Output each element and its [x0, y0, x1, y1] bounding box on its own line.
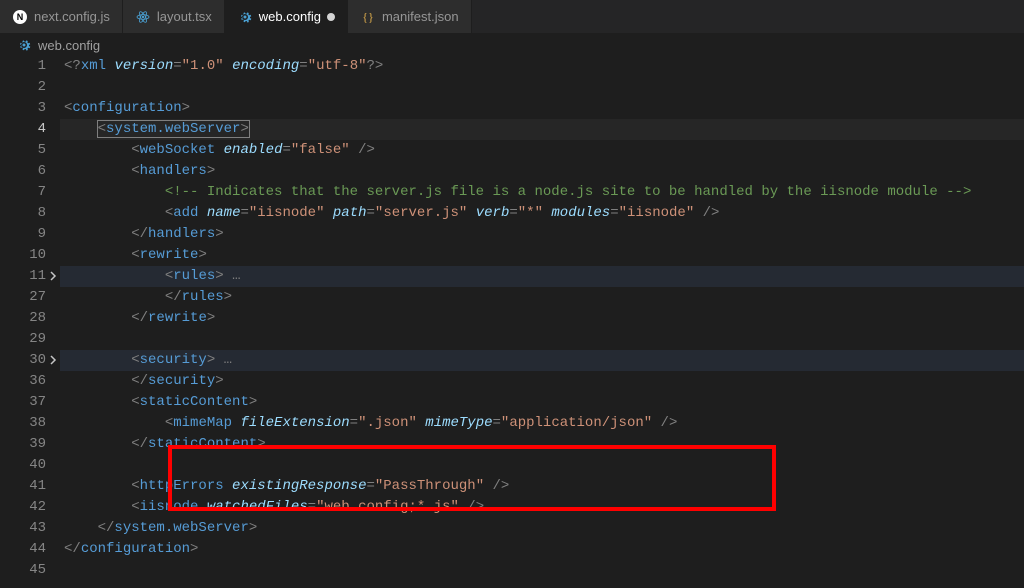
line-number: 9 [0, 224, 60, 245]
code-line[interactable] [60, 455, 1024, 476]
json-icon: {} [360, 9, 376, 25]
line-number: 44 [0, 539, 60, 560]
svg-text:{}: {} [362, 10, 374, 24]
code-line[interactable]: <configuration> [60, 98, 1024, 119]
code-line[interactable]: </security> [60, 371, 1024, 392]
line-number: 30 [0, 350, 60, 371]
code-line[interactable]: <system.webServer> [60, 119, 1024, 140]
breadcrumb[interactable]: web.config [0, 34, 1024, 56]
code-line[interactable]: <rules> … [60, 266, 1024, 287]
code-line[interactable]: <mimeMap fileExtension=".json" mimeType=… [60, 413, 1024, 434]
code-line[interactable]: <?xml version="1.0" encoding="utf-8"?> [60, 56, 1024, 77]
line-number: 7 [0, 182, 60, 203]
breadcrumb-label: web.config [38, 38, 100, 53]
line-number: 43 [0, 518, 60, 539]
code-area[interactable]: <?xml version="1.0" encoding="utf-8"?> <c… [60, 56, 1024, 588]
line-number: 38 [0, 413, 60, 434]
tab-manifest-json[interactable]: {} manifest.json [348, 0, 472, 33]
code-line[interactable]: <add name="iisnode" path="server.js" ver… [60, 203, 1024, 224]
line-number: 4 [0, 119, 60, 140]
code-line[interactable] [60, 329, 1024, 350]
code-line[interactable] [60, 77, 1024, 98]
nextjs-icon: N [12, 9, 28, 25]
line-number: 1 [0, 56, 60, 77]
line-number: 27 [0, 287, 60, 308]
tab-web-config[interactable]: web.config [225, 0, 348, 33]
line-number: 29 [0, 329, 60, 350]
tab-next-config[interactable]: N next.config.js [0, 0, 123, 33]
gear-icon [16, 37, 32, 53]
code-line[interactable]: </rewrite> [60, 308, 1024, 329]
line-number: 11 [0, 266, 60, 287]
code-line[interactable]: <handlers> [60, 161, 1024, 182]
code-line[interactable]: </configuration> [60, 539, 1024, 560]
unsaved-indicator-icon [327, 13, 335, 21]
react-icon [135, 9, 151, 25]
line-number: 2 [0, 77, 60, 98]
code-line[interactable]: </handlers> [60, 224, 1024, 245]
code-line[interactable]: <iisnode watchedFiles="web.config;*.js" … [60, 497, 1024, 518]
line-number: 45 [0, 560, 60, 581]
line-number-gutter: 1234567891011272829303637383940414243444… [0, 56, 60, 588]
editor-tabs: N next.config.js layout.tsx web.config {… [0, 0, 1024, 34]
code-line[interactable]: </staticContent> [60, 434, 1024, 455]
line-number: 28 [0, 308, 60, 329]
code-line[interactable]: <security> … [60, 350, 1024, 371]
line-number: 39 [0, 434, 60, 455]
code-line[interactable]: <httpErrors existingResponse="PassThroug… [60, 476, 1024, 497]
tab-label: next.config.js [34, 9, 110, 24]
tab-label: manifest.json [382, 9, 459, 24]
line-number: 36 [0, 371, 60, 392]
line-number: 5 [0, 140, 60, 161]
tab-label: web.config [259, 9, 321, 24]
line-number: 10 [0, 245, 60, 266]
code-line[interactable] [60, 560, 1024, 581]
line-number: 3 [0, 98, 60, 119]
gear-icon [237, 9, 253, 25]
code-line[interactable]: </rules> [60, 287, 1024, 308]
code-line[interactable]: <webSocket enabled="false" /> [60, 140, 1024, 161]
line-number: 6 [0, 161, 60, 182]
line-number: 40 [0, 455, 60, 476]
code-line[interactable]: <rewrite> [60, 245, 1024, 266]
line-number: 42 [0, 497, 60, 518]
code-line[interactable]: <staticContent> [60, 392, 1024, 413]
code-line[interactable]: </system.webServer> [60, 518, 1024, 539]
code-line[interactable]: <!-- Indicates that the server.js file i… [60, 182, 1024, 203]
svg-text:N: N [17, 12, 24, 22]
line-number: 37 [0, 392, 60, 413]
code-editor[interactable]: 1234567891011272829303637383940414243444… [0, 56, 1024, 588]
tab-label: layout.tsx [157, 9, 212, 24]
tab-layout-tsx[interactable]: layout.tsx [123, 0, 225, 33]
line-number: 8 [0, 203, 60, 224]
line-number: 41 [0, 476, 60, 497]
